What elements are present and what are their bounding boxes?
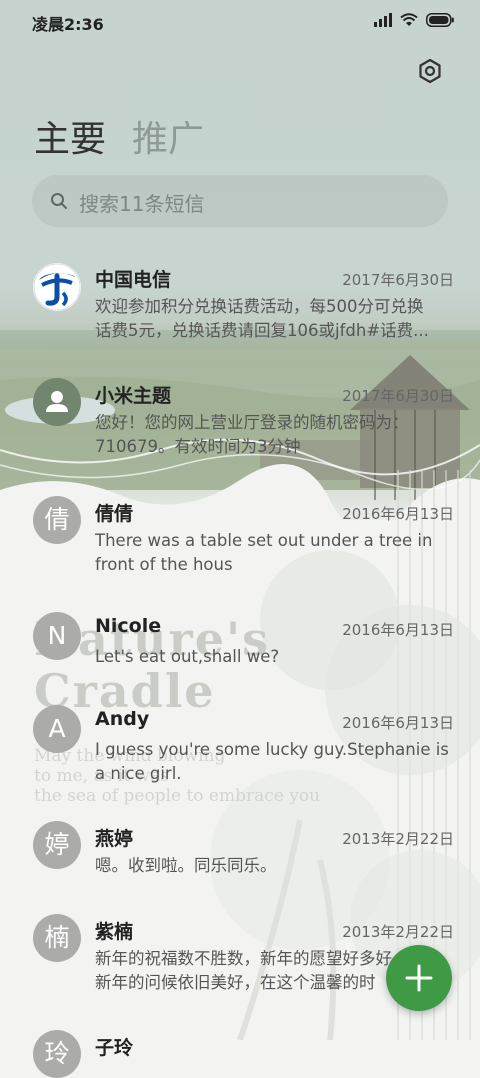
person-icon: [46, 391, 68, 412]
message-preview-line: Let's eat out,shall we?: [95, 647, 280, 666]
message-preview: I guess you're some lucky guy.Stephanie …: [95, 738, 457, 786]
status-time: 凌晨2:36: [32, 15, 104, 34]
conversation-item[interactable]: 婷 燕婷 2013年2月22日 嗯。收到啦。同乐同乐。: [0, 821, 480, 921]
search-icon: [51, 193, 67, 209]
contact-name: 紫楠: [95, 921, 134, 943]
avatar: [33, 378, 81, 426]
message-date: 2017年6月30日: [342, 271, 454, 289]
contact-name: 燕婷: [95, 828, 134, 850]
message-date: 2013年2月22日: [342, 830, 454, 848]
settings-button[interactable]: [414, 55, 446, 87]
message-preview: 新年的祝福数不胜数，新年的愿望好多好 新年的问候依旧美好，在这个温馨的时: [95, 947, 420, 995]
conversation-item[interactable]: N Nicole 2016年6月13日 Let's eat out,shall …: [0, 612, 480, 712]
message-date: 2016年6月13日: [342, 714, 454, 732]
message-preview-line: front of the hous: [95, 555, 233, 574]
message-preview-line: 欢迎参加积分兑换话费活动，每500分可兑换: [95, 297, 424, 316]
gear-icon: [419, 58, 441, 84]
conversation-item[interactable]: 小米主题 2017年6月30日 您好！您的网上营业厅登录的随机密码为： 7106…: [0, 378, 480, 478]
search-placeholder: 搜索11条短信: [79, 192, 205, 216]
plus-icon: [405, 964, 433, 992]
contact-name: 小米主题: [95, 385, 172, 407]
contact-name: Andy: [95, 708, 150, 730]
message-preview-line: 嗯。收到啦。同乐同乐。: [95, 856, 277, 875]
message-preview-line: 新年的问候依旧美好，在这个温馨的时: [95, 973, 376, 992]
message-date: 2016年6月13日: [342, 621, 454, 639]
message-preview-line: I guess you're some lucky guy.Stephanie …: [95, 740, 449, 759]
signal-icon: [374, 13, 392, 27]
contact-name: 倩倩: [95, 503, 134, 525]
avatar: A: [33, 705, 81, 753]
message-preview-line: a nice girl.: [95, 764, 182, 783]
avatar: 倩: [33, 496, 81, 544]
tab-primary[interactable]: 主要: [34, 110, 106, 162]
message-preview-line: 话费5元，兑换话费请回复106或jfdh#话费...: [95, 321, 429, 340]
message-date: 2017年6月30日: [342, 387, 454, 405]
contact-name: 中国电信: [95, 269, 172, 291]
avatar: [33, 263, 81, 311]
wifi-icon: [400, 13, 418, 26]
message-preview-line: 710679。有效时间为3分钟: [95, 437, 301, 456]
avatar: 玲: [33, 1030, 81, 1078]
message-preview-line: There was a table set out under a tree i…: [95, 531, 433, 550]
china-telecom-logo-icon: [33, 263, 81, 311]
conversation-item[interactable]: 倩 倩倩 2016年6月13日 There was a table set ou…: [0, 496, 480, 596]
conversation-item[interactable]: 中国电信 2017年6月30日 欢迎参加积分兑换话费活动，每500分可兑换 话费…: [0, 258, 480, 358]
message-preview-line: 新年的祝福数不胜数，新年的愿望好多好: [95, 949, 392, 968]
search-bar[interactable]: 搜索11条短信: [32, 175, 448, 227]
conversation-item[interactable]: A Andy 2016年6月13日 I guess you're some lu…: [0, 705, 480, 805]
message-preview: 欢迎参加积分兑换话费活动，每500分可兑换 话费5元，兑换话费请回复106或jf…: [95, 295, 457, 343]
avatar: 楠: [33, 914, 81, 962]
message-preview: Let's eat out,shall we?: [95, 645, 457, 669]
avatar: N: [33, 612, 81, 660]
message-preview-line: 您好！您的网上营业厅登录的随机密码为：: [95, 413, 409, 432]
message-date: 2013年2月22日: [342, 923, 454, 941]
new-message-button[interactable]: [386, 945, 452, 1011]
tab-promotions[interactable]: 推广: [132, 110, 204, 162]
conversation-item[interactable]: 玲 子玲: [0, 1030, 480, 1078]
message-date: 2016年6月13日: [342, 505, 454, 523]
message-preview: 嗯。收到啦。同乐同乐。: [95, 854, 457, 878]
contact-name: 子玲: [95, 1037, 134, 1059]
contact-name: Nicole: [95, 615, 162, 637]
status-bar: 凌晨2:36: [0, 0, 480, 42]
battery-icon: [426, 13, 454, 27]
avatar: 婷: [33, 821, 81, 869]
status-icons: [374, 13, 454, 27]
message-preview: There was a table set out under a tree i…: [95, 529, 457, 577]
message-preview: 您好！您的网上营业厅登录的随机密码为： 710679。有效时间为3分钟: [95, 411, 457, 459]
